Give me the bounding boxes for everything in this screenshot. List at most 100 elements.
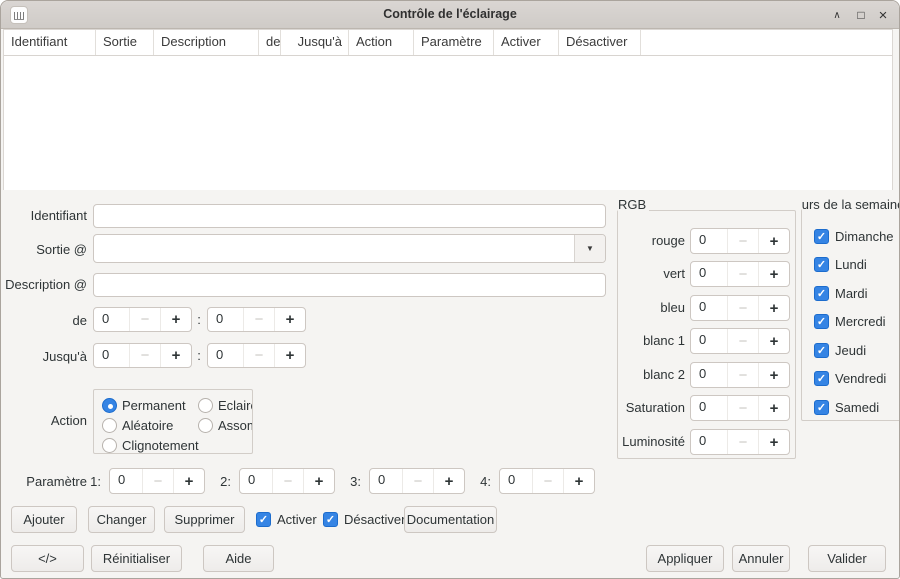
code-button[interactable]: </> (11, 545, 84, 572)
radio-icon[interactable] (198, 398, 213, 413)
minus-icon[interactable]: − (727, 229, 758, 253)
reinitialiser-button[interactable]: Réinitialiser (91, 545, 182, 572)
luminosite-spinbox[interactable]: 0 − + (690, 429, 790, 455)
vert-spinbox[interactable]: 0 − + (690, 261, 790, 287)
minus-icon[interactable]: − (727, 363, 758, 387)
description-input[interactable] (93, 273, 606, 297)
checkbox-checked-icon[interactable]: ✓ (256, 512, 271, 527)
spin-value[interactable]: 0 (94, 344, 129, 367)
identifiant-input[interactable] (93, 204, 606, 228)
day-checkbox-jeudi[interactable]: ✓ Jeudi (814, 343, 866, 358)
plus-icon[interactable]: + (433, 469, 464, 493)
minus-icon[interactable]: − (727, 262, 758, 286)
de-minute-spinbox[interactable]: 0 − + (207, 307, 306, 332)
param2-spinbox[interactable]: 0 − + (239, 468, 335, 494)
blanc2-spinbox[interactable]: 0 − + (690, 362, 790, 388)
blanc1-spinbox[interactable]: 0 − + (690, 328, 790, 354)
radio-icon[interactable] (102, 438, 117, 453)
changer-button[interactable]: Changer (88, 506, 155, 533)
plus-icon[interactable]: + (758, 396, 789, 420)
radio-icon[interactable] (198, 418, 213, 433)
minus-icon[interactable]: − (243, 308, 274, 331)
spin-value[interactable]: 0 (110, 469, 142, 493)
minus-icon[interactable]: − (272, 469, 303, 493)
minus-icon[interactable]: − (402, 469, 433, 493)
desactiver-checkbox[interactable]: ✓ Désactiver (323, 512, 405, 527)
plus-icon[interactable]: + (563, 469, 594, 493)
spin-value[interactable]: 0 (691, 396, 727, 420)
day-checkbox-mardi[interactable]: ✓ Mardi (814, 286, 868, 301)
plus-icon[interactable]: + (758, 229, 789, 253)
param4-spinbox[interactable]: 0 − + (499, 468, 595, 494)
day-checkbox-vendredi[interactable]: ✓ Vendredi (814, 371, 886, 386)
day-checkbox-mercredi[interactable]: ✓ Mercredi (814, 314, 886, 329)
radio-icon[interactable] (102, 418, 117, 433)
minus-icon[interactable]: − (129, 308, 160, 331)
checkbox-checked-icon[interactable]: ✓ (814, 229, 829, 244)
checkbox-checked-icon[interactable]: ✓ (814, 257, 829, 272)
col-desactiver[interactable]: Désactiver (559, 30, 641, 55)
checkbox-checked-icon[interactable]: ✓ (323, 512, 338, 527)
spin-value[interactable]: 0 (208, 344, 243, 367)
supprimer-button[interactable]: Supprimer (164, 506, 245, 533)
plus-icon[interactable]: + (274, 308, 305, 331)
spin-value[interactable]: 0 (691, 262, 727, 286)
day-checkbox-lundi[interactable]: ✓ Lundi (814, 257, 867, 272)
ajouter-button[interactable]: Ajouter (11, 506, 77, 533)
checkbox-checked-icon[interactable]: ✓ (814, 343, 829, 358)
minus-icon[interactable]: − (727, 430, 758, 454)
jusqua-hour-spinbox[interactable]: 0 − + (93, 343, 192, 368)
day-checkbox-dimanche[interactable]: ✓ Dimanche (814, 229, 894, 244)
spin-value[interactable]: 0 (691, 229, 727, 253)
col-action[interactable]: Action (349, 30, 414, 55)
radio-aleatoire[interactable]: Aléatoire (102, 418, 173, 433)
col-description[interactable]: Description (154, 30, 259, 55)
checkbox-checked-icon[interactable]: ✓ (814, 400, 829, 415)
param1-spinbox[interactable]: 0 − + (109, 468, 205, 494)
plus-icon[interactable]: + (758, 363, 789, 387)
plus-icon[interactable]: + (758, 296, 789, 320)
de-hour-spinbox[interactable]: 0 − + (93, 307, 192, 332)
minimize-icon[interactable]: ∧ (827, 1, 847, 29)
activer-checkbox[interactable]: ✓ Activer (256, 512, 317, 527)
spin-value[interactable]: 0 (691, 329, 727, 353)
checkbox-checked-icon[interactable]: ✓ (814, 314, 829, 329)
radio-eclairc[interactable]: Eclairc (198, 398, 253, 413)
radio-permanent[interactable]: Permanent (102, 398, 186, 413)
param3-spinbox[interactable]: 0 − + (369, 468, 465, 494)
radio-clignotement[interactable]: Clignotement (102, 438, 199, 453)
minus-icon[interactable]: − (532, 469, 563, 493)
sortie-combobox[interactable]: ▼ (93, 234, 606, 263)
spin-value[interactable]: 0 (500, 469, 532, 493)
minus-icon[interactable]: − (727, 396, 758, 420)
plus-icon[interactable]: + (758, 329, 789, 353)
radio-assom[interactable]: Assom (198, 418, 253, 433)
col-de[interactable]: de (259, 30, 281, 55)
table-body-empty[interactable] (4, 56, 892, 190)
col-identifiant[interactable]: Identifiant (4, 30, 96, 55)
maximize-icon[interactable]: □ (851, 1, 871, 29)
minus-icon[interactable]: − (727, 329, 758, 353)
day-checkbox-samedi[interactable]: ✓ Samedi (814, 400, 879, 415)
annuler-button[interactable]: Annuler (732, 545, 790, 572)
col-parametre[interactable]: Paramètre (414, 30, 494, 55)
spin-value[interactable]: 0 (240, 469, 272, 493)
aide-button[interactable]: Aide (203, 545, 274, 572)
plus-icon[interactable]: + (303, 469, 334, 493)
plus-icon[interactable]: + (160, 308, 191, 331)
bleu-spinbox[interactable]: 0 − + (690, 295, 790, 321)
plus-icon[interactable]: + (758, 430, 789, 454)
close-icon[interactable]: × (873, 1, 893, 29)
spin-value[interactable]: 0 (94, 308, 129, 331)
documentation-button[interactable]: Documentation (404, 506, 497, 533)
minus-icon[interactable]: − (727, 296, 758, 320)
jusqua-minute-spinbox[interactable]: 0 − + (207, 343, 306, 368)
saturation-spinbox[interactable]: 0 − + (690, 395, 790, 421)
appliquer-button[interactable]: Appliquer (646, 545, 724, 572)
spin-value[interactable]: 0 (370, 469, 402, 493)
spin-value[interactable]: 0 (691, 296, 727, 320)
col-sortie[interactable]: Sortie (96, 30, 154, 55)
col-jusqua[interactable]: Jusqu'à (281, 30, 349, 55)
col-activer[interactable]: Activer (494, 30, 559, 55)
rouge-spinbox[interactable]: 0 − + (690, 228, 790, 254)
